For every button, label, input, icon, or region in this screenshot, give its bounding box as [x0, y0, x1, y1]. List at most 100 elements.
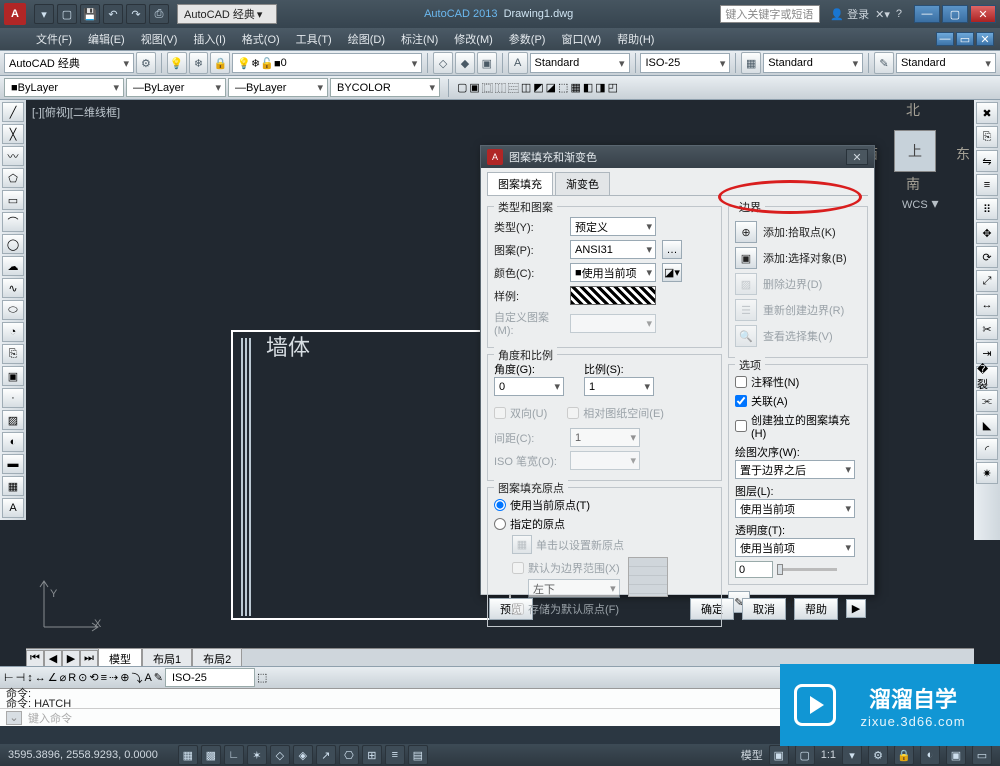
- freeze-icon[interactable]: ❄: [189, 52, 209, 74]
- transparency-value[interactable]: 0: [735, 561, 773, 578]
- menu-insert[interactable]: 插入(I): [187, 29, 231, 49]
- cancel-button[interactable]: 取消: [742, 598, 786, 620]
- mdi-close[interactable]: ✕: [976, 32, 994, 46]
- angle-select[interactable]: 0: [494, 377, 564, 396]
- vp4-icon[interactable]: ⿲: [495, 80, 506, 96]
- annotative-check[interactable]: [735, 376, 747, 388]
- sample-swatch[interactable]: [570, 286, 656, 305]
- tab-prev[interactable]: ◀: [44, 650, 62, 668]
- mirror-icon[interactable]: ⇋: [976, 150, 998, 172]
- menu-format[interactable]: 格式(O): [236, 29, 286, 49]
- dialog-close-button[interactable]: ✕: [846, 149, 868, 165]
- ws-settings-icon[interactable]: ⚙: [136, 52, 156, 74]
- lt-combo[interactable]: — ByLayer: [228, 78, 328, 97]
- grid-toggle[interactable]: ▩: [201, 745, 221, 765]
- move-icon[interactable]: ✥: [976, 222, 998, 244]
- search-input[interactable]: 键入关键字或短语: [720, 5, 820, 23]
- dim16-icon[interactable]: ⬚: [257, 671, 267, 684]
- qv-icon[interactable]: ▣: [769, 745, 789, 765]
- color-combo[interactable]: ■ ByLayer: [4, 78, 124, 97]
- tbtn-a[interactable]: ◇: [433, 52, 453, 74]
- 3dosnap-toggle[interactable]: ◈: [293, 745, 313, 765]
- tbtn-b[interactable]: ◆: [455, 52, 475, 74]
- coord-display[interactable]: 3595.3896, 2558.9293, 0.0000: [8, 749, 158, 761]
- menu-edit[interactable]: 编辑(E): [82, 29, 131, 49]
- origin-specified-radio[interactable]: [494, 518, 506, 530]
- xline-icon[interactable]: ╳: [2, 124, 24, 144]
- dimstyle2-combo[interactable]: ISO-25: [165, 668, 255, 687]
- vp7-icon[interactable]: ◩: [533, 81, 543, 94]
- array-icon[interactable]: ⠿: [976, 198, 998, 220]
- add-pick-points-button[interactable]: ⊕添加:拾取点(K): [735, 221, 861, 243]
- scale-select[interactable]: 1: [584, 377, 654, 396]
- dim7-icon[interactable]: R: [68, 672, 76, 684]
- qat-open-icon[interactable]: ▢: [57, 4, 77, 24]
- draworder-select[interactable]: 置于边界之后: [735, 460, 855, 479]
- layer-select[interactable]: 使用当前项: [735, 499, 855, 518]
- tab-hatch[interactable]: 图案填充: [487, 172, 553, 195]
- view-label[interactable]: [-][俯视][二维线框]: [32, 104, 120, 120]
- qat-new-icon[interactable]: ▾: [34, 4, 54, 24]
- trim-icon[interactable]: ✂: [976, 318, 998, 340]
- dim9-icon[interactable]: ⟲: [89, 671, 98, 684]
- mdi-restore[interactable]: ▭: [956, 32, 974, 46]
- gradient-icon[interactable]: ◐: [2, 432, 24, 452]
- layer-combo[interactable]: 💡❄🔓■ 0: [232, 53, 422, 73]
- help-icon[interactable]: ?: [896, 8, 902, 20]
- tab-next[interactable]: ▶: [62, 650, 80, 668]
- lock-icon[interactable]: 🔒: [210, 52, 230, 74]
- hatch-icon[interactable]: ▨: [2, 410, 24, 430]
- ortho-toggle[interactable]: ∟: [224, 745, 244, 765]
- dim13-icon[interactable]: ⤵: [131, 670, 142, 686]
- arc-icon[interactable]: ⌒: [2, 212, 24, 232]
- dimstyle-combo[interactable]: ISO-25: [640, 53, 730, 73]
- tpy-toggle[interactable]: ▤: [408, 745, 428, 765]
- snap-toggle[interactable]: ▦: [178, 745, 198, 765]
- pattern-browse-button[interactable]: …: [662, 240, 682, 259]
- osnap-toggle[interactable]: ◇: [270, 745, 290, 765]
- ellipse-icon[interactable]: ⬭: [2, 300, 24, 320]
- lw-combo[interactable]: — ByLayer: [126, 78, 226, 97]
- layeriso-icon[interactable]: 💡: [167, 52, 187, 74]
- mdi-minimize[interactable]: —: [936, 32, 954, 46]
- minimize-button[interactable]: —: [914, 5, 940, 23]
- chamfer-icon[interactable]: ◣: [976, 414, 998, 436]
- offset-icon[interactable]: ≡: [976, 174, 998, 196]
- dim1-icon[interactable]: ⊢: [4, 671, 14, 684]
- help-button[interactable]: 帮助: [794, 598, 838, 620]
- vp3-icon[interactable]: ⿴: [482, 80, 493, 96]
- otrack-toggle[interactable]: ↗: [316, 745, 336, 765]
- ws-icon[interactable]: ⚙: [868, 745, 888, 765]
- transparency-select[interactable]: 使用当前项: [735, 538, 855, 557]
- dim11-icon[interactable]: ⇢: [109, 671, 118, 684]
- vp2-icon[interactable]: ▣: [469, 81, 479, 94]
- add-select-objects-button[interactable]: ▣添加:选择对象(B): [735, 247, 861, 269]
- vp10-icon[interactable]: ▦: [570, 81, 580, 94]
- rotate-icon[interactable]: ⟳: [976, 246, 998, 268]
- menu-window[interactable]: 窗口(W): [555, 29, 607, 49]
- dim14-icon[interactable]: A: [144, 672, 151, 684]
- scale-display[interactable]: 1:1: [821, 749, 836, 761]
- ellipsearc-icon[interactable]: ◔: [2, 322, 24, 342]
- workspace-combo[interactable]: AutoCAD 经典: [4, 53, 134, 73]
- expand-button[interactable]: ▶: [846, 599, 866, 618]
- pline-icon[interactable]: 〰: [2, 146, 24, 166]
- vp13-icon[interactable]: ◰: [608, 81, 618, 94]
- vp1-icon[interactable]: ▢: [457, 81, 467, 94]
- hw-icon[interactable]: ◐: [920, 745, 940, 765]
- associative-check[interactable]: [735, 395, 747, 407]
- transparency-slider[interactable]: [777, 568, 837, 571]
- explode-icon[interactable]: ✷: [976, 462, 998, 484]
- qat-redo-icon[interactable]: ↷: [126, 4, 146, 24]
- circle-icon[interactable]: ◯: [2, 234, 24, 254]
- revcloud-icon[interactable]: ☁: [2, 256, 24, 276]
- qv2-icon[interactable]: ▢: [795, 745, 815, 765]
- dim2-icon[interactable]: ⊣: [16, 671, 26, 684]
- lock-ui-icon[interactable]: 🔒: [894, 745, 914, 765]
- point-icon[interactable]: ·: [2, 388, 24, 408]
- table-icon[interactable]: ▦: [2, 476, 24, 496]
- mlstyle-combo[interactable]: Standard: [896, 53, 996, 73]
- login-link[interactable]: 👤 登录: [830, 6, 869, 22]
- vp11-icon[interactable]: ◧: [583, 81, 593, 94]
- vp6-icon[interactable]: ◫: [521, 81, 531, 94]
